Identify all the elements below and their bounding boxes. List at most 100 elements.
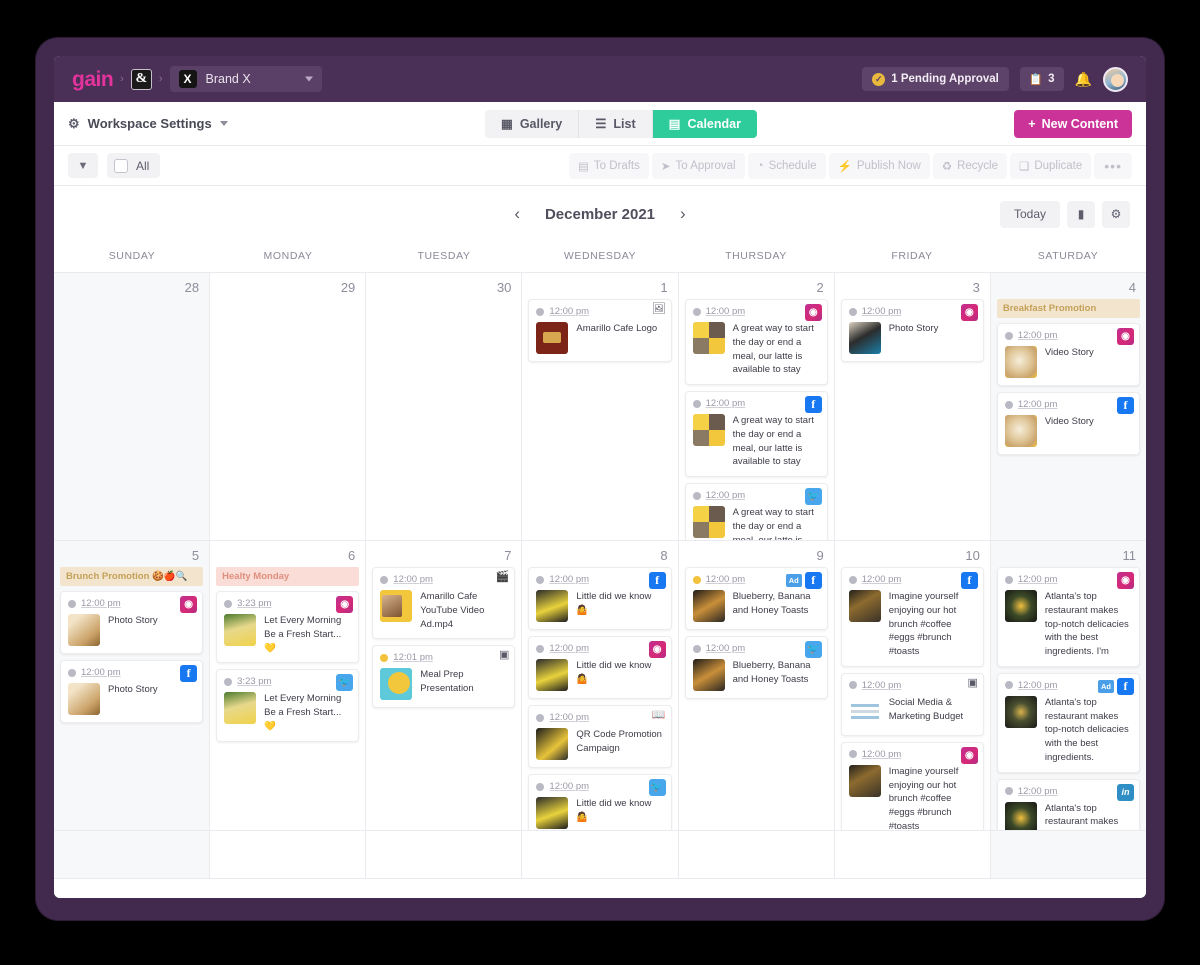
calendar-day-cell[interactable] (54, 831, 211, 878)
card-time-label[interactable]: 12:00 pm (1018, 330, 1058, 341)
card-time-label[interactable]: 12:00 pm (549, 712, 589, 723)
calendar-day-cell[interactable] (366, 831, 523, 878)
card-time-label[interactable]: 12:00 pm (706, 490, 746, 501)
card-time-label[interactable]: 12:00 pm (706, 574, 746, 585)
bookmark-button[interactable]: ▮ (1067, 200, 1095, 228)
card-time-label[interactable]: 12:00 pm (1018, 574, 1058, 585)
clipboard-count-badge[interactable]: 📋 3 (1019, 67, 1064, 91)
card-time-label[interactable]: 12:00 pm (706, 398, 746, 409)
campaign-banner[interactable]: Brunch Promotion 🍪🍎🔍 (60, 567, 204, 586)
card-time-label[interactable]: 12:00 pm (549, 574, 589, 585)
content-card[interactable]: 12:00 pm 🐦 Little did we know 🤷 (528, 774, 672, 830)
select-all-checkbox[interactable] (114, 158, 128, 173)
calendar-day-cell[interactable] (522, 831, 679, 878)
content-card[interactable]: 12:00 pm 📖 QR Code Promotion Campaign (528, 705, 672, 768)
calendar-day-cell[interactable]: 29 (210, 273, 367, 540)
pending-approval-badge[interactable]: ✓ 1 Pending Approval (862, 67, 1009, 91)
notifications-bell-icon[interactable]: 🔔 (1075, 71, 1092, 88)
calendar-day-cell[interactable]: 10 12:00 pm f Imagine yourself enjoying our… (835, 541, 991, 830)
content-card[interactable]: 12:00 pm ◉ Atlanta's top restaurant makes … (996, 567, 1140, 667)
tab-list[interactable]: ☰ List (579, 109, 653, 138)
calendar-day-cell[interactable] (990, 831, 1146, 878)
calendar-day-cell[interactable]: 1 12:00 pm 🖼 Amarillo Cafe Logo (522, 273, 679, 540)
schedule-button[interactable]: ◔ Schedule (747, 152, 826, 179)
card-time-label[interactable]: 12:00 pm (1018, 680, 1058, 691)
publish-now-button[interactable]: ⚡ Publish Now (828, 152, 930, 179)
campaign-banner[interactable]: Healty Monday (216, 567, 360, 586)
content-card[interactable]: 12:00 pm Ad f Atlanta's top restaurant make… (996, 672, 1140, 773)
calendar-day-cell[interactable] (679, 831, 835, 878)
gain-logo[interactable]: gain (72, 69, 114, 90)
more-actions-button[interactable]: ••• (1094, 152, 1132, 179)
card-time-label[interactable]: 12:01 pm (393, 652, 433, 663)
calendar-day-cell[interactable]: 4 Breakfast Promotion 12:00 pm ◉ Video Story… (990, 273, 1146, 540)
select-all-chip[interactable]: All (107, 153, 161, 178)
content-card[interactable]: 12:00 pm f Imagine yourself enjoying our h… (840, 567, 984, 667)
card-time-label[interactable]: 12:00 pm (706, 643, 746, 654)
calendar-day-cell[interactable] (835, 831, 991, 878)
today-button[interactable]: Today (999, 200, 1060, 228)
content-card[interactable]: 12:00 pm f Little did we know 🤷 (528, 567, 672, 630)
calendar-day-cell[interactable]: 3 12:00 pm ◉ Photo Story (835, 273, 991, 540)
card-time-label[interactable]: 12:00 pm (862, 680, 902, 691)
calendar-day-cell[interactable]: 9 12:00 pm Ad f Blueberry, Banana and Honey … (679, 541, 835, 830)
to-approval-button[interactable]: ➤ To Approval (651, 152, 745, 179)
calendar-day-cell[interactable] (210, 831, 367, 878)
to-drafts-button[interactable]: ▤ To Drafts (568, 152, 649, 179)
content-card[interactable]: 12:00 pm in Atlanta's top restaurant makes… (996, 778, 1140, 830)
card-time-label[interactable]: 3:23 pm (237, 676, 271, 687)
card-time-label[interactable]: 12:00 pm (862, 749, 902, 760)
filter-button[interactable]: ▼ (68, 153, 98, 178)
previous-month-button[interactable]: ‹ (500, 204, 534, 224)
card-time-label[interactable]: 3:23 pm (237, 598, 271, 609)
content-card[interactable]: 3:23 pm ◉ Let Every Morning Be a Fresh Sta… (216, 591, 360, 664)
content-card[interactable]: 12:00 pm f A great way to start the day or… (684, 391, 828, 478)
content-card[interactable]: 12:00 pm 🐦 Blueberry, Banana and Honey Toa… (684, 636, 828, 699)
calendar-day-cell[interactable]: 11 12:00 pm ◉ Atlanta's top restaurant make… (990, 541, 1146, 830)
card-time-label[interactable]: 12:00 pm (549, 781, 589, 792)
card-time-label[interactable]: 12:00 pm (706, 306, 746, 317)
card-time-label[interactable]: 12:00 pm (1018, 399, 1058, 410)
card-time-label[interactable]: 12:00 pm (862, 574, 902, 585)
content-card[interactable]: 12:00 pm ◉ Video Story (996, 323, 1140, 386)
content-card[interactable]: 12:00 pm 🐦 A great way to start the day or… (684, 483, 828, 540)
tab-calendar[interactable]: ▤ Calendar (652, 109, 757, 138)
content-card[interactable]: 12:00 pm 🎬 Amarillo Cafe YouTube Video Ad.… (372, 567, 516, 640)
card-time-label[interactable]: 12:00 pm (393, 574, 433, 585)
card-time-label[interactable]: 12:00 pm (549, 306, 589, 317)
card-time-label[interactable]: 12:00 pm (862, 306, 902, 317)
workspace-settings-menu[interactable]: ⚙ Workspace Settings (68, 116, 228, 132)
calendar-day-cell[interactable]: 5 Brunch Promotion 🍪🍎🔍 12:00 pm ◉ Photo Stor… (54, 541, 211, 830)
content-card[interactable]: 12:00 pm Ad f Blueberry, Banana and Honey T… (684, 567, 828, 630)
card-time-label[interactable]: 12:00 pm (81, 598, 121, 609)
duplicate-button[interactable]: ❏ Duplicate (1010, 152, 1092, 179)
content-card[interactable]: 12:00 pm ◉ Imagine yourself enjoying our h… (840, 741, 984, 830)
calendar-day-cell[interactable]: 2 12:00 pm ◉ A great way to start the day o… (679, 273, 835, 540)
campaign-banner[interactable]: Breakfast Promotion (996, 299, 1140, 318)
content-card[interactable]: 12:00 pm 🖼 Amarillo Cafe Logo (528, 299, 672, 362)
calendar-day-cell[interactable]: 30 (366, 273, 523, 540)
recycle-button[interactable]: ♻ Recycle (932, 152, 1008, 179)
content-card[interactable]: 12:00 pm ◉ A great way to start the day or… (684, 299, 828, 386)
content-card[interactable]: 12:01 pm ▣ Meal Prep Presentation (372, 645, 516, 709)
card-time-label[interactable]: 12:00 pm (1018, 786, 1058, 797)
new-content-button[interactable]: + New Content (1014, 109, 1132, 138)
content-card[interactable]: 12:00 pm ◉ Photo Story (840, 299, 984, 362)
content-card[interactable]: 12:00 pm ▣ Social Media & Marketing Budget (840, 672, 984, 736)
tab-gallery[interactable]: ▦ Gallery (485, 109, 580, 138)
calendar-settings-button[interactable]: ⚙ (1102, 200, 1130, 228)
brand-selector-dropdown[interactable]: X Brand X (169, 66, 322, 92)
content-card[interactable]: 3:23 pm 🐦 Let Every Morning Be a Fresh Sta… (216, 669, 360, 742)
calendar-day-cell[interactable]: 7 12:00 pm 🎬 Amarillo Cafe YouTube Video Ad… (366, 541, 523, 830)
content-card[interactable]: 12:00 pm f Video Story (996, 392, 1140, 455)
content-card[interactable]: 12:00 pm f Photo Story (60, 660, 204, 723)
content-card[interactable]: 12:00 pm ◉ Little did we know 🤷 (528, 636, 672, 699)
content-card[interactable]: 12:00 pm ◉ Photo Story (60, 591, 204, 654)
card-time-label[interactable]: 12:00 pm (81, 667, 121, 678)
calendar-day-cell[interactable]: 6 Healty Monday 3:23 pm ◉ Let Every Morning … (210, 541, 367, 830)
calendar-day-cell[interactable]: 28 (54, 273, 211, 540)
ampersand-workspace-badge[interactable]: & (130, 68, 152, 90)
user-avatar[interactable] (1103, 66, 1128, 92)
next-month-button[interactable]: › (666, 204, 700, 224)
card-time-label[interactable]: 12:00 pm (549, 643, 589, 654)
